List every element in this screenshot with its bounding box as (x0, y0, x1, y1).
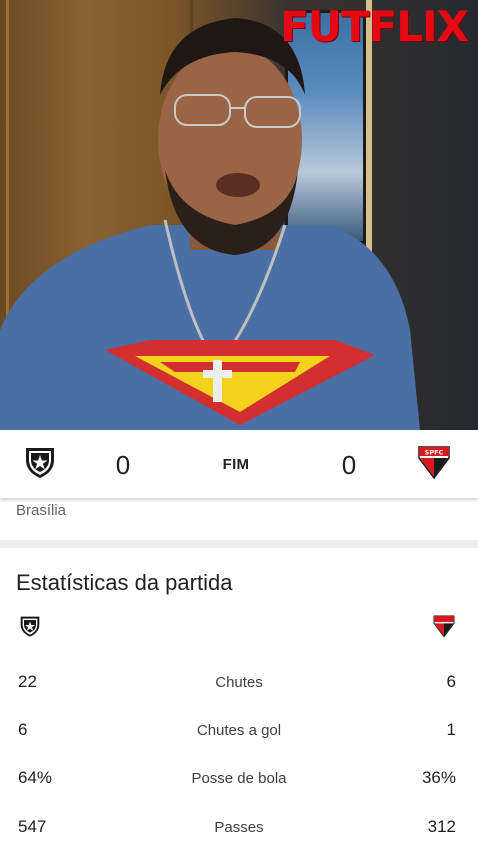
stat-label: Posse de bola (191, 770, 287, 787)
section-divider (0, 540, 478, 548)
sao-paulo-crest-icon: SPFC (418, 446, 450, 480)
botafogo-crest-icon (26, 448, 54, 478)
stat-row-passes: 547 Passes 312 (0, 813, 478, 843)
spfc-crest-text: SPFC (425, 448, 444, 456)
match-scorebar[interactable]: 0 FIM 0 SPFC (0, 430, 478, 498)
stat-home-value: 547 (18, 817, 47, 836)
home-score: 0 (115, 450, 131, 480)
stat-home-value: 22 (18, 672, 37, 691)
stats-title: Estatísticas da partida (16, 570, 233, 595)
stat-away-value: 36% (421, 768, 456, 787)
stat-away-value: 6 (446, 672, 456, 691)
stat-home-value: 64% (18, 768, 53, 787)
presenter-figure (0, 18, 420, 430)
stat-away-value: 312 (427, 817, 456, 836)
match-venue: Brasília (16, 502, 67, 519)
stat-home-value: 6 (18, 720, 28, 739)
stat-away-value: 1 (446, 720, 456, 739)
video-player[interactable]: FUTFLIX (0, 0, 478, 430)
stat-row-shots-on-goal: 6 Chutes a gol 1 (0, 716, 478, 746)
stat-row-possession: 64% Posse de bola 36% (0, 764, 478, 794)
stat-label: Chutes (215, 674, 263, 691)
away-score: 0 (341, 450, 357, 480)
botafogo-crest-small-icon (20, 616, 40, 637)
sao-paulo-crest-small-icon (433, 615, 455, 638)
futflix-logo: FUTFLIX (280, 2, 469, 51)
stat-label: Passes (214, 819, 264, 836)
stat-row-shots: 22 Chutes 6 (0, 668, 478, 698)
match-status: FIM (222, 456, 250, 473)
stat-label: Chutes a gol (196, 722, 282, 739)
